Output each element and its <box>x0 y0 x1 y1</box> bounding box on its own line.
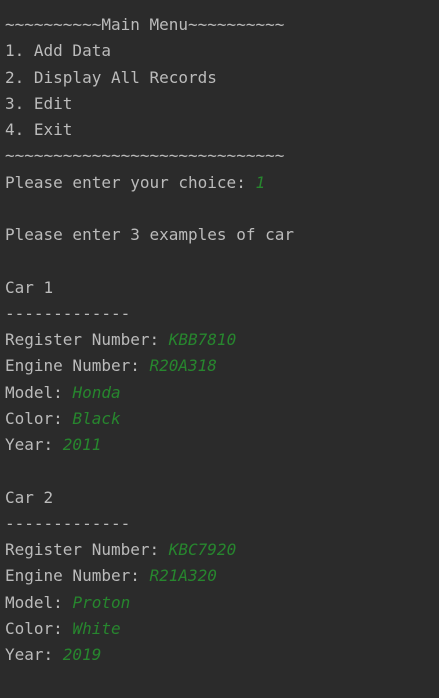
color-line: Color: Black <box>5 406 439 432</box>
year-input: 2011 <box>62 435 102 454</box>
choice-input: 1 <box>255 172 266 192</box>
car-divider: ------------- <box>5 513 131 533</box>
field-label: Model: <box>5 592 73 612</box>
model-line: Model: Honda <box>5 380 439 406</box>
model-input: Proton <box>72 592 131 612</box>
field-label: Engine Number: <box>5 356 150 376</box>
menu-option-edit: 3. Edit <box>5 93 73 113</box>
field-label: Year: <box>5 435 63 454</box>
engine-number-line: Engine Number: R21A320 <box>5 563 439 589</box>
color-line: Color: White <box>5 616 439 642</box>
year-input: 2019 <box>62 645 102 664</box>
engine-number-input: R20A318 <box>149 356 217 376</box>
register-number-line: Register Number: KBB7810 <box>5 327 439 353</box>
field-label: Register Number: <box>5 330 169 349</box>
color-input: White <box>72 618 121 638</box>
car-divider: ------------- <box>5 303 131 323</box>
instruction-text: Please enter 3 examples of car <box>5 225 294 244</box>
menu-option-display-records: 2. Display All Records <box>5 67 217 87</box>
menu-option-add-data: 1. Add Data <box>5 41 111 61</box>
model-input: Honda <box>72 382 121 402</box>
field-label: Engine Number: <box>5 566 150 586</box>
choice-prompt-label: Please enter your choice: <box>5 172 256 192</box>
engine-number-input: R21A320 <box>149 566 217 586</box>
field-label: Register Number: <box>5 540 169 559</box>
field-label: Year: <box>5 645 63 664</box>
color-input: Black <box>72 408 121 428</box>
model-line: Model: Proton <box>5 590 439 616</box>
menu-option-exit: 4. Exit <box>5 120 73 139</box>
field-label: Color: <box>5 408 73 428</box>
register-number-input: KBB7810 <box>168 330 237 349</box>
choice-prompt: Please enter your choice: 1 <box>5 170 439 196</box>
field-label: Model: <box>5 382 73 402</box>
car-title: Car 1 <box>5 277 54 297</box>
year-line: Year: 2011 <box>5 432 439 458</box>
year-line: Year: 2019 <box>5 642 439 668</box>
register-number-input: KBC7920 <box>168 540 237 559</box>
car-title: Car 2 <box>5 487 54 507</box>
menu-footer: ~~~~~~~~~~~~~~~~~~~~~~~~~~~~~ <box>5 146 285 166</box>
engine-number-line: Engine Number: R20A318 <box>5 353 439 379</box>
field-label: Color: <box>5 618 73 638</box>
console-output: ~~~~~~~~~~Main Menu~~~~~~~~~~ 1. Add Dat… <box>0 0 439 698</box>
register-number-line: Register Number: KBC7920 <box>5 537 439 563</box>
menu-header: ~~~~~~~~~~Main Menu~~~~~~~~~~ <box>5 15 285 34</box>
